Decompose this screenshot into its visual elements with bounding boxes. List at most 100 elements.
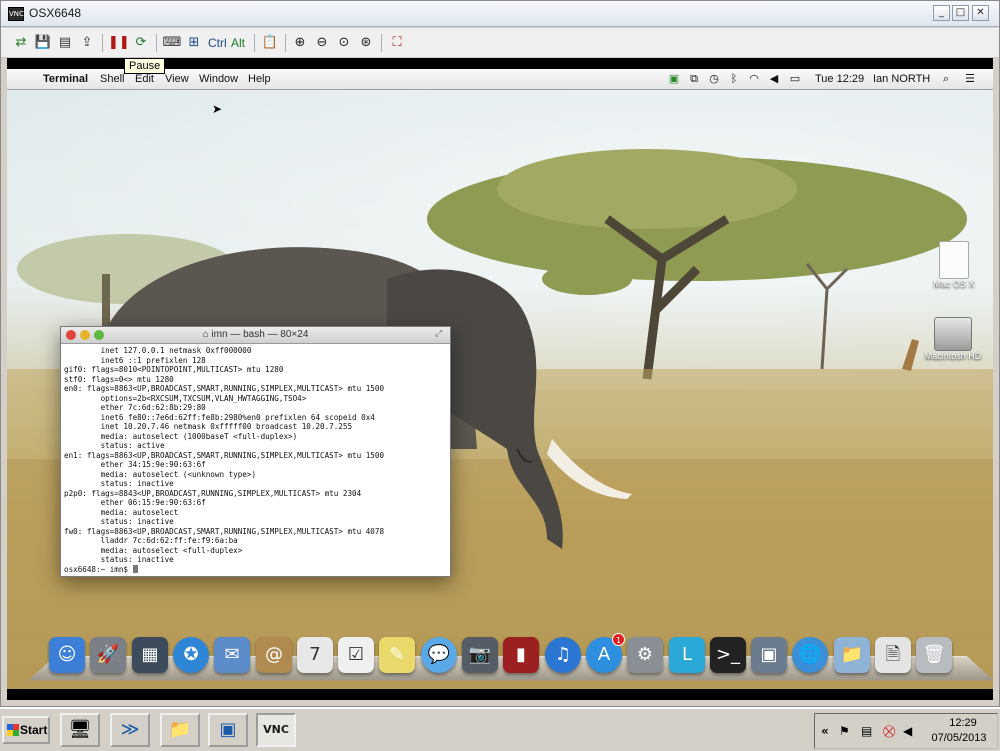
toolbar-separator — [254, 34, 255, 52]
terminal-title: ⌂ imn — bash — 80×24 — [202, 329, 309, 340]
terminal-line: gif0: flags=8010<POINTOPOINT,MULTICAST> … — [64, 365, 284, 374]
dock-mail-icon[interactable]: ✉ — [214, 637, 250, 673]
notification-center-icon[interactable]: ☰ — [963, 72, 977, 85]
terminal-line: options=2b<RXCSUM,TXCSUM,VLAN_HWTAGGING,… — [64, 393, 307, 403]
zoom-in-icon[interactable]: ⊕ — [290, 33, 310, 53]
menubar-user[interactable]: Ian NORTH — [873, 73, 930, 85]
zoom-out-icon[interactable]: ⊖ — [312, 33, 332, 53]
taskbar-remote-app-icon[interactable]: ▣ — [208, 713, 248, 747]
maximize-button[interactable]: □ — [952, 5, 969, 21]
menu-view[interactable]: View — [165, 73, 189, 85]
mac-desktop[interactable]: Terminal Shell Edit View Window Help ▣ ⧉… — [7, 69, 993, 689]
battery-icon[interactable]: ▭ — [788, 72, 802, 85]
clipboard-icon[interactable]: 📋 — [260, 33, 280, 53]
mouse-pointer-icon: ➤ — [212, 102, 223, 116]
dock-system-preferences-icon[interactable]: ⚙ — [627, 637, 663, 673]
alt-key-button[interactable]: Alt — [231, 33, 245, 53]
toolbar-separator — [102, 34, 103, 52]
menu-window[interactable]: Window — [199, 73, 238, 85]
dock-safari-icon[interactable]: ✪ — [173, 637, 209, 673]
terminal-window[interactable]: ⌂ imn — bash — 80×24 ⤢ inet 127.0.0.1 ne… — [60, 326, 451, 577]
terminal-titlebar[interactable]: ⌂ imn — bash — 80×24 ⤢ — [61, 327, 450, 344]
file-transfer-icon[interactable]: ⇪ — [77, 33, 97, 53]
dock-notes-icon[interactable]: ✎ — [379, 637, 415, 673]
terminal-line: status: inactive — [64, 479, 174, 488]
start-menu-icon[interactable]: ⊞ — [184, 33, 204, 53]
start-label: Start — [20, 723, 48, 737]
save-icon[interactable]: 💾 — [33, 33, 53, 53]
spotlight-icon[interactable]: ⌕ — [939, 72, 953, 86]
refresh-icon[interactable]: ⟳ — [131, 33, 151, 53]
tray-device-icon[interactable]: ▤ — [861, 724, 872, 738]
volume-icon[interactable]: ◀ — [903, 724, 912, 738]
taskbar-explorer-icon[interactable]: 📁 — [160, 713, 200, 747]
status-app-icon[interactable]: ▣ — [667, 72, 681, 85]
wifi-icon[interactable]: ◠ — [747, 72, 761, 85]
menu-terminal[interactable]: Terminal — [43, 73, 88, 85]
dock-trash-icon[interactable]: 🗑 — [916, 637, 952, 673]
dock-reminders-icon[interactable]: ☑ — [338, 637, 374, 673]
ctrl-alt-del-icon[interactable]: ⌨ — [162, 33, 182, 53]
bluetooth-icon[interactable]: ᛒ — [727, 72, 741, 85]
terminal-output[interactable]: inet 127.0.0.1 netmask 0xff000000 inet6 … — [64, 346, 448, 574]
terminal-line: ether 34:15:9e:90:63:6f — [64, 460, 206, 469]
desktop-icon-mac-os-x[interactable]: Mac OS X — [923, 241, 985, 289]
tray-expand-icon[interactable]: « — [821, 724, 829, 738]
fullscreen-icon[interactable]: ⛶ — [387, 33, 407, 53]
taskbar-clock-time[interactable]: 12:29 — [933, 717, 993, 729]
dock-documents-stack-icon[interactable]: 📁 — [834, 637, 870, 673]
menu-help[interactable]: Help — [248, 73, 271, 85]
taskbar-powershell-icon[interactable]: ≫ — [110, 713, 150, 747]
volume-icon[interactable]: ◀ — [767, 72, 781, 85]
taskbar-clock-date[interactable]: 07/05/2013 — [923, 732, 995, 744]
pause-icon[interactable]: ❚❚ — [108, 33, 130, 53]
ctrl-key-button[interactable]: Ctrl — [208, 33, 227, 53]
dock-network-utility-icon[interactable]: 🌐 — [792, 637, 828, 673]
terminal-line: ether 7c:6d:62:8b:29:80 — [64, 403, 206, 412]
vnc-titlebar[interactable]: VNC OSX6648 _ □ ✕ — [1, 1, 999, 27]
action-center-flag-icon[interactable]: ⚑ — [839, 724, 850, 738]
desktop-icon-macintosh-hd[interactable]: Macintosh HD — [917, 317, 989, 361]
fullscreen-toggle-icon[interactable]: ⤢ — [435, 329, 442, 339]
terminal-line: media: autoselect — [64, 507, 179, 517]
terminal-line: status: active — [64, 441, 165, 450]
start-button[interactable]: Start — [2, 716, 50, 744]
connection-options-icon[interactable]: ⇄ — [11, 33, 31, 53]
minimize-button[interactable]: _ — [933, 5, 950, 21]
screen-sharing-icon[interactable]: ⧉ — [687, 72, 701, 86]
dock-finder-icon[interactable]: ☺ — [49, 637, 85, 673]
network-disconnected-icon[interactable]: ⛒ — [883, 724, 895, 739]
dock-mission-control-icon[interactable]: ▦ — [132, 637, 168, 673]
terminal-cursor — [132, 564, 138, 573]
dock-photo-booth-icon[interactable]: ▮ — [503, 637, 539, 673]
menu-shell[interactable]: Shell — [100, 73, 124, 85]
terminal-line: lladdr 7c:6d:62:ff:fe:f9:6a:ba — [64, 536, 238, 545]
desktop-icon-label: Mac OS X — [933, 279, 975, 289]
terminal-line: ether 06:15:9e:90:63:6f — [64, 498, 206, 507]
connection-info-icon[interactable]: ▤ — [55, 33, 75, 53]
dock-remote-desktop-icon[interactable]: ▣ — [751, 637, 787, 673]
terminal-line: fw0: flags=8863<UP,BROADCAST,SMART,RUNNI… — [64, 526, 385, 536]
time-machine-icon[interactable]: ◷ — [707, 72, 721, 85]
dock-facetime-icon[interactable]: 📷 — [462, 637, 498, 673]
dock-messages-icon[interactable]: 💬 — [421, 637, 457, 673]
toolbar-separator — [381, 34, 382, 52]
dock-terminal-icon[interactable]: >_ — [710, 637, 746, 673]
taskbar-computer-icon[interactable]: 🖥 — [60, 713, 100, 747]
remote-screen[interactable]: Terminal Shell Edit View Window Help ▣ ⧉… — [7, 58, 993, 700]
windows-logo-icon — [7, 724, 19, 736]
zoom-100-icon[interactable]: ⊙ — [334, 33, 354, 53]
dock-launchpad-icon[interactable]: 🚀 — [90, 637, 126, 673]
dock-contacts-icon[interactable]: @ — [256, 637, 292, 673]
taskbar-vnc-viewer-icon[interactable]: VNC — [256, 713, 296, 747]
dock-itunes-icon[interactable]: ♫ — [545, 637, 581, 673]
zoom-fit-icon[interactable]: ⊛ — [356, 33, 376, 53]
dock-calendar-icon[interactable]: 7 — [297, 637, 333, 673]
menu-edit[interactable]: Edit — [135, 73, 154, 85]
wallpaper-tree — [805, 263, 849, 370]
close-button[interactable]: ✕ — [972, 5, 989, 21]
dock-lync-icon[interactable]: L — [669, 637, 705, 673]
terminal-line: status: inactive — [64, 517, 174, 526]
menubar-clock[interactable]: Tue 12:29 — [815, 73, 864, 85]
dock-downloads-stack-icon[interactable]: 🗎 — [875, 637, 911, 673]
